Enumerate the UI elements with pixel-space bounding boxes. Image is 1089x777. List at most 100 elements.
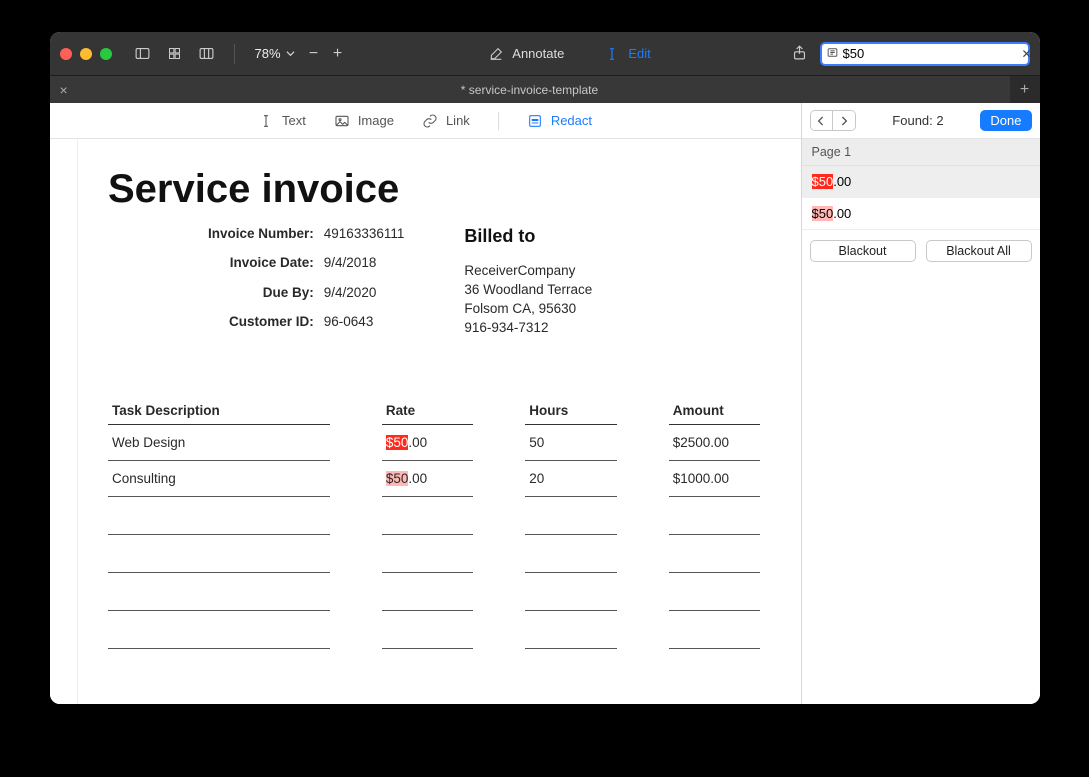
tab-bar: × * service-invoice-template + <box>50 75 1040 103</box>
table-row-empty <box>108 497 760 535</box>
share-icon <box>791 44 808 61</box>
sidebar-toggle-icon[interactable] <box>130 43 156 65</box>
tool-link[interactable]: Link <box>422 113 470 129</box>
tool-link-label: Link <box>446 113 470 128</box>
cell-desc: Web Design <box>108 425 330 461</box>
tool-text[interactable]: Text <box>258 113 306 129</box>
blackout-all-button[interactable]: Blackout All <box>926 240 1032 262</box>
page-ruler <box>60 139 78 704</box>
next-result-button[interactable] <box>833 111 855 130</box>
app-window: 78% − + Annotate Edit <box>50 32 1040 704</box>
cell-desc: Consulting <box>108 461 330 497</box>
window-traffic-lights <box>60 48 112 60</box>
tool-redact[interactable]: Redact <box>527 113 592 129</box>
nav-prev-next <box>810 110 856 131</box>
clear-search-button[interactable]: ✕ <box>1019 47 1035 61</box>
edit-tool-toolbar: Text Image Link Redact <box>50 103 801 139</box>
close-window-button[interactable] <box>60 48 72 60</box>
image-icon <box>334 113 350 129</box>
toolbar-separator <box>498 112 499 130</box>
tool-image-label: Image <box>358 113 394 128</box>
tab-title: * service-invoice-template <box>461 83 598 97</box>
value-customer-id: 96-0643 <box>324 314 405 339</box>
value-invoice-date: 9/4/2018 <box>324 255 405 280</box>
results-page-header: Page 1 <box>802 139 1040 166</box>
search-results-header: Found: 2 Done <box>802 103 1040 139</box>
search-highlight: $50 <box>386 435 409 450</box>
content-row: Text Image Link Redact <box>50 103 1040 704</box>
value-invoice-number: 49163336111 <box>324 226 405 251</box>
column-view-icon[interactable] <box>194 43 220 65</box>
edit-button[interactable]: Edit <box>604 46 650 62</box>
zoom-select[interactable]: 78% <box>255 46 295 61</box>
tab-service-invoice[interactable]: × * service-invoice-template <box>50 76 1010 103</box>
billed-to-heading: Billed to <box>464 226 760 247</box>
table-row-empty <box>108 573 760 611</box>
table-row: Web Design $50.00 50 $2500.00 <box>108 425 760 461</box>
search-highlight: $50 <box>386 471 409 486</box>
search-highlight: $50 <box>812 206 834 221</box>
tool-image[interactable]: Image <box>334 113 394 129</box>
billed-phone: 916-934-7312 <box>464 320 760 335</box>
search-input[interactable] <box>843 46 1019 61</box>
found-count-label: Found: 2 <box>864 113 973 128</box>
th-rate: Rate <box>382 397 473 425</box>
zoom-controls: 78% − + <box>255 45 349 63</box>
done-button[interactable]: Done <box>980 110 1031 131</box>
th-amount: Amount <box>669 397 760 425</box>
document-area: Text Image Link Redact <box>50 103 802 704</box>
cell-rate: $50.00 <box>382 425 473 461</box>
label-invoice-number: Invoice Number: <box>208 226 314 251</box>
invoice-title: Service invoice <box>108 167 760 212</box>
annotate-label: Annotate <box>512 46 564 61</box>
search-field-wrap[interactable]: ✕ <box>820 42 1030 66</box>
invoice-meta: Invoice Number: 49163336111 Invoice Date… <box>208 226 404 339</box>
zoom-in-button[interactable]: + <box>327 45 349 63</box>
redact-action-buttons: Blackout Blackout All <box>802 230 1040 272</box>
grid-view-icon[interactable] <box>162 43 188 65</box>
label-invoice-date: Invoice Date: <box>208 255 314 280</box>
search-result-item[interactable]: $50.00 <box>802 198 1040 230</box>
billed-addr2: Folsom CA, 95630 <box>464 301 760 316</box>
blackout-button[interactable]: Blackout <box>810 240 916 262</box>
share-button[interactable] <box>791 44 808 64</box>
search-results-panel: Found: 2 Done Page 1 $50.00$50.00 Blacko… <box>802 103 1040 704</box>
zoom-out-button[interactable]: − <box>303 45 325 63</box>
annotate-button[interactable]: Annotate <box>488 46 564 62</box>
prev-result-button[interactable] <box>811 111 833 130</box>
label-due-by: Due By: <box>208 285 314 310</box>
search-result-item[interactable]: $50.00 <box>802 166 1040 198</box>
billed-company: ReceiverCompany <box>464 263 760 278</box>
new-tab-button[interactable]: + <box>1010 81 1040 99</box>
cell-amount: $1000.00 <box>669 461 760 497</box>
edit-label: Edit <box>628 46 650 61</box>
toolbar-separator <box>234 44 235 64</box>
th-hours: Hours <box>525 397 616 425</box>
billed-addr1: 36 Woodland Terrace <box>464 282 760 297</box>
invoice-table: Task Description Rate Hours Amount Web D… <box>108 397 760 649</box>
value-due-by: 9/4/2020 <box>324 285 405 310</box>
titlebar: 78% − + Annotate Edit <box>50 32 1040 75</box>
chevron-right-icon <box>840 116 848 126</box>
fullscreen-window-button[interactable] <box>100 48 112 60</box>
tool-redact-label: Redact <box>551 113 592 128</box>
cell-hours: 20 <box>525 461 616 497</box>
tool-text-label: Text <box>282 113 306 128</box>
page-1: Service invoice Invoice Number: 49163336… <box>78 139 790 704</box>
cell-rate: $50.00 <box>382 461 473 497</box>
minimize-window-button[interactable] <box>80 48 92 60</box>
redact-icon <box>527 113 543 129</box>
table-row-empty <box>108 611 760 649</box>
document-canvas[interactable]: Service invoice Invoice Number: 49163336… <box>50 139 801 704</box>
link-icon <box>422 113 438 129</box>
cell-hours: 50 <box>525 425 616 461</box>
search-highlight: $50 <box>812 174 834 189</box>
tab-close-button[interactable]: × <box>60 82 68 98</box>
text-cursor-icon <box>258 113 274 129</box>
search-options-icon[interactable] <box>826 46 839 62</box>
results-list: $50.00$50.00 <box>802 166 1040 230</box>
label-customer-id: Customer ID: <box>208 314 314 339</box>
cell-amount: $2500.00 <box>669 425 760 461</box>
billed-to-block: Billed to ReceiverCompany 36 Woodland Te… <box>424 226 760 339</box>
th-desc: Task Description <box>108 397 330 425</box>
